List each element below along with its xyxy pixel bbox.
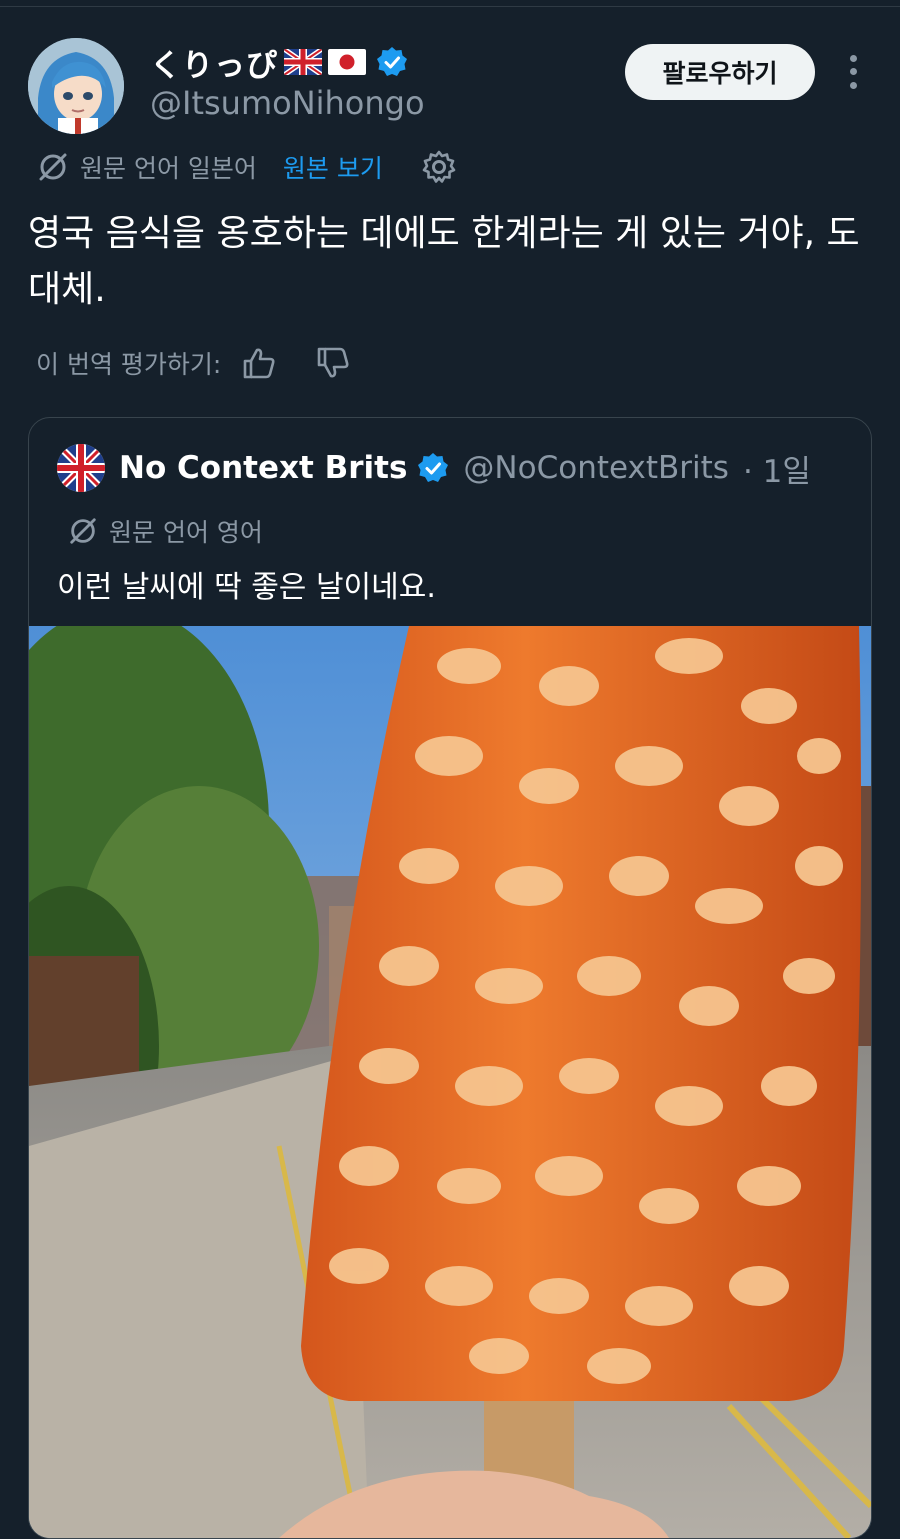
flag-uk-icon <box>284 49 322 75</box>
settings-gear-icon[interactable] <box>421 149 457 185</box>
translate-icon <box>39 153 67 181</box>
translation-info-row: 원문 언어 일본어 원본 보기 <box>36 146 457 188</box>
rate-translation-label: 이 번역 평가하기: <box>36 350 222 379</box>
follow-button[interactable]: 팔로우하기 <box>625 44 815 100</box>
rate-translation-row: 이 번역 평가하기: <box>36 340 351 386</box>
quoted-author-handle[interactable]: @NoContextBrits <box>463 450 729 486</box>
thumbs-down-icon[interactable] <box>315 345 351 381</box>
quoted-original-language-label: 원문 언어 영어 <box>109 518 263 547</box>
quoted-tweet-text: 이런 날씨에 딱 좋은 날이네요. <box>57 570 436 605</box>
author-display-name[interactable]: くりっぴ <box>150 40 278 85</box>
quoted-author-avatar[interactable] <box>57 444 105 492</box>
quoted-author-display-name[interactable]: No Context Brits <box>119 450 407 486</box>
more-options-icon[interactable] <box>840 52 866 92</box>
verified-badge-icon <box>376 46 408 78</box>
quoted-translation-info-row: 원문 언어 영어 <box>67 510 263 552</box>
view-original-link[interactable]: 원본 보기 <box>283 149 383 185</box>
quoted-translate-icon <box>70 518 96 544</box>
original-language-label: 원문 언어 일본어 <box>80 154 257 183</box>
thumbs-up-icon[interactable] <box>241 345 277 381</box>
quoted-verified-badge-icon <box>418 453 449 482</box>
baked-beans-popsicle-photo[interactable] <box>29 626 871 1538</box>
author-avatar[interactable] <box>28 38 124 134</box>
author-name-row: くりっぴ <box>150 40 408 84</box>
quoted-tweet-header: No Context Brits @NoContextBrits · 1일 <box>57 444 811 492</box>
flag-japan-icon <box>328 49 366 75</box>
author-handle[interactable]: @ItsumoNihongo <box>150 84 425 122</box>
tweet-text: 영국 음식을 옹호하는 데에도 한계라는 게 있는 거야, 도대체. <box>28 213 860 310</box>
quoted-tweet-card[interactable]: No Context Brits @NoContextBrits · 1일 원문… <box>28 417 872 1539</box>
quoted-tweet-time: · 1일 <box>742 453 811 490</box>
top-divider <box>0 0 900 7</box>
